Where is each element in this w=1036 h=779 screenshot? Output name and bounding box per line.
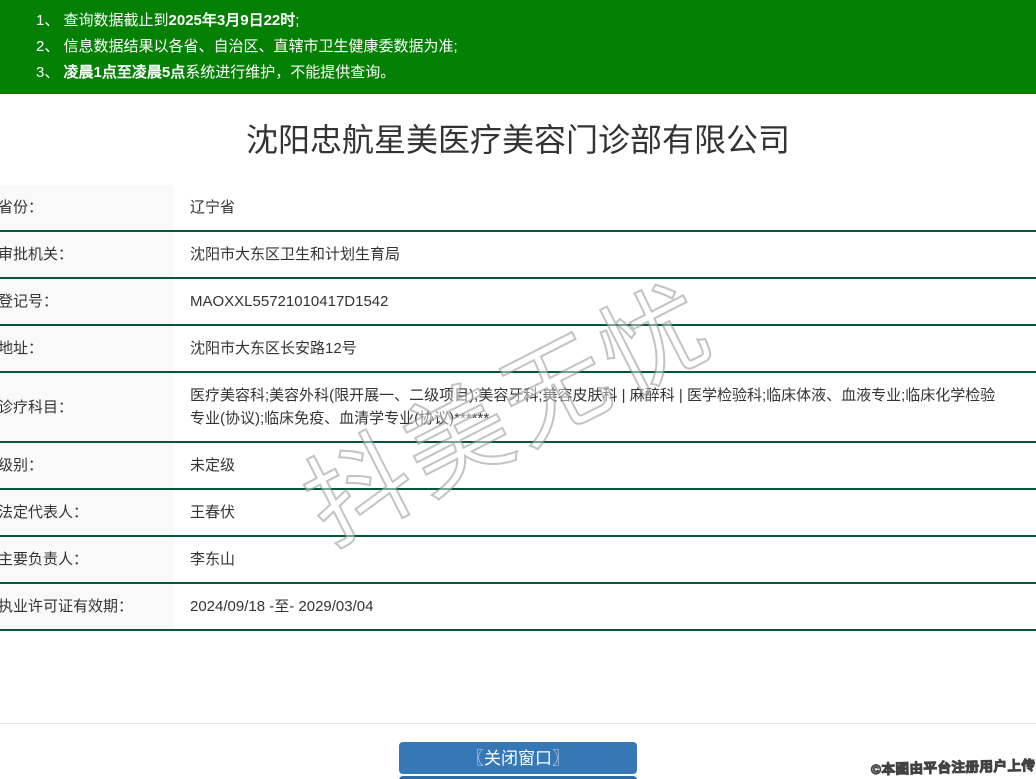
notice-text: 1、 查询数据截止到 (36, 12, 169, 29)
notice-text: ; (295, 12, 300, 29)
row-label: 地址： (0, 326, 173, 371)
notice-line: 2、 信息数据结果以各省、自治区、直辖市卫生健康委数据为准; (36, 34, 1024, 60)
row-label: 级别： (0, 443, 173, 488)
table-row-license-validity: 执业许可证有效期： 2024/09/18 -至- 2029/03/04 (0, 584, 1036, 631)
row-label: 登记号： (0, 279, 173, 324)
row-label: 诊疗科目： (0, 373, 173, 441)
notice-text-bold: 2025年3月9日22时 (168, 12, 296, 29)
row-value: 辽宁省 (190, 199, 236, 216)
row-label: 执业许可证有效期： (0, 584, 173, 629)
row-value: 医疗美容科;美容外科(限开展一、二级项目);美容牙科;美容皮肤科 | 麻醉科 |… (190, 387, 996, 427)
close-window-button[interactable]: 〖关闭窗口〗 (399, 742, 637, 774)
notice-text-bold: 凌晨1点至凌晨5点 (63, 64, 186, 81)
row-value: 2024/09/18 -至- 2029/03/04 (190, 598, 374, 615)
info-table: 省份： 辽宁省 审批机关： 沈阳市大东区卫生和计划生育局 登记号： MAOXXL… (0, 185, 1036, 631)
row-label: 法定代表人： (0, 490, 173, 535)
table-row-registration-number: 登记号： MAOXXL55721010417D1542 (0, 279, 1036, 326)
notice-text: 系统进行维护，不能提供查询。 (185, 64, 396, 81)
notice-line: 3、 凌晨1点至凌晨5点系统进行维护，不能提供查询。 (36, 60, 1024, 86)
row-label: 主要负责人： (0, 537, 173, 582)
notice-line: 1、 查询数据截止到2025年3月9日22时; (36, 8, 1024, 34)
notice-text: 3、 (36, 64, 64, 81)
table-row-legal-representative: 法定代表人： 王春伏 (0, 490, 1036, 537)
row-value: MAOXXL55721010417D1542 (190, 293, 389, 310)
table-row-level: 级别： 未定级 (0, 443, 1036, 490)
table-row-approval-authority: 审批机关： 沈阳市大东区卫生和计划生育局 (0, 232, 1036, 279)
row-value: 沈阳市大东区长安路12号 (190, 340, 357, 357)
upload-credit-watermark: ©本图由平台注册用户上传 (870, 757, 1036, 778)
row-label: 审批机关： (0, 232, 173, 277)
table-row-main-person-in-charge: 主要负责人： 李东山 (0, 537, 1036, 584)
table-row-province: 省份： 辽宁省 (0, 185, 1036, 232)
row-value: 李东山 (190, 551, 236, 568)
row-value: 王春伏 (190, 504, 236, 521)
row-label: 省份： (0, 185, 173, 230)
divider (0, 723, 1036, 724)
notice-banner: 1、 查询数据截止到2025年3月9日22时; 2、 信息数据结果以各省、自治区… (0, 0, 1036, 94)
row-value: 未定级 (190, 457, 236, 474)
notice-text: 2、 信息数据结果以各省、自治区、直辖市卫生健康委数据为准; (36, 38, 458, 55)
table-row-treatment-subjects: 诊疗科目： 医疗美容科;美容外科(限开展一、二级项目);美容牙科;美容皮肤科 |… (0, 373, 1036, 443)
table-row-address: 地址： 沈阳市大东区长安路12号 (0, 326, 1036, 373)
row-value: 沈阳市大东区卫生和计划生育局 (190, 246, 401, 263)
page-title: 沈阳忠航星美医疗美容门诊部有限公司 (245, 122, 790, 158)
